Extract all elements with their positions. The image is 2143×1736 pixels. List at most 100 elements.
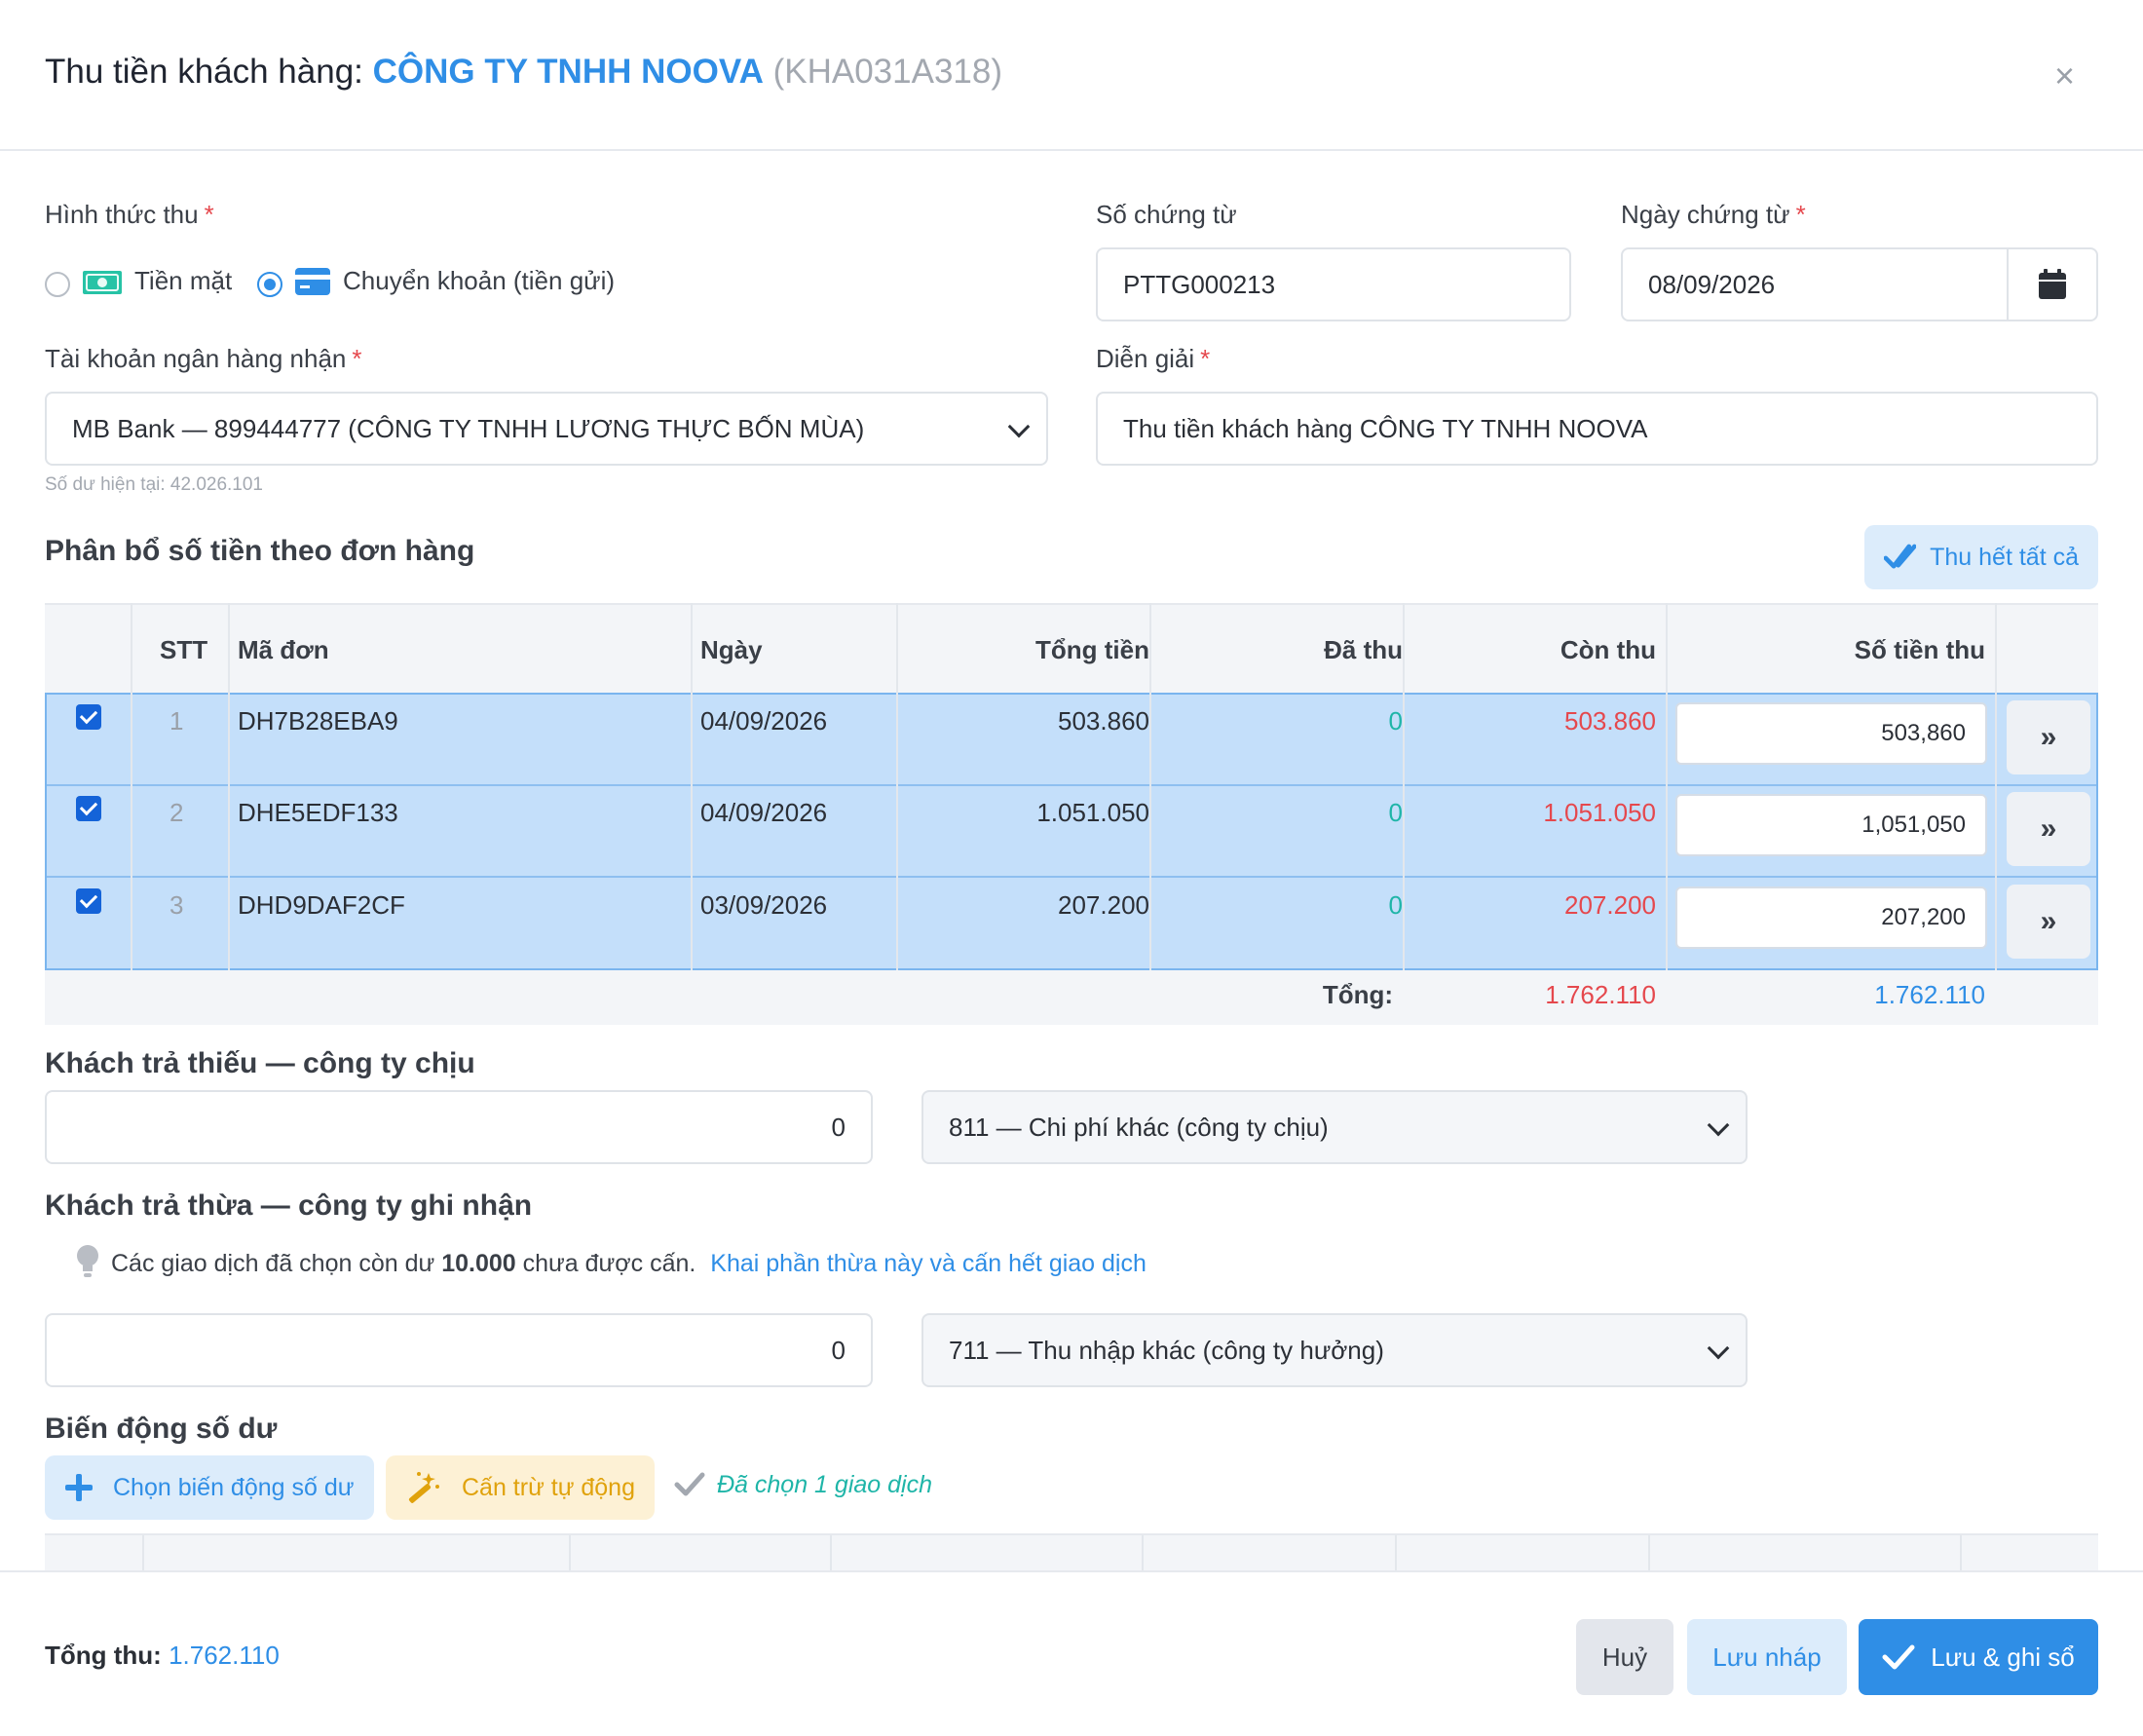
row-total: 503.860 — [1058, 706, 1149, 736]
modal-header: Thu tiền khách hàng: CÔNG TY TNHH NOOVA … — [0, 0, 2143, 151]
col-total: Tổng tiền — [1035, 634, 1149, 664]
row-amount-value: 503,860 — [1881, 720, 1966, 746]
col-divider — [228, 603, 230, 970]
row-amount-input[interactable]: 503,860 — [1675, 702, 1987, 765]
selected-transactions-note: Đã chọn 1 giao dịch — [717, 1471, 932, 1498]
description-label: Diễn giải * — [1096, 344, 1210, 374]
save-and-post-label: Lưu & ghi sổ — [1931, 1642, 2075, 1672]
save-draft-button[interactable]: Lưu nháp — [1687, 1619, 1847, 1695]
voucher-date-input[interactable]: 08/09/2026 — [1621, 247, 2098, 321]
collect-all-label: Thu hết tất cả — [1930, 543, 2079, 571]
fill-amount-button[interactable]: » — [2007, 792, 2090, 866]
payment-method-label-text: Hình thức thu — [45, 200, 199, 229]
table-row[interactable]: 1 DH7B28EBA9 04/09/2026 503.860 0 503.86… — [47, 695, 2096, 786]
shortfall-account-select[interactable]: 811 — Chi phí khác (công ty chịu) — [921, 1090, 1748, 1164]
overpay-note-after: chưa được cấn. — [515, 1250, 696, 1277]
plus-icon — [65, 1474, 93, 1501]
required-mark: * — [1795, 200, 1806, 229]
overpay-note-amount: 10.000 — [441, 1250, 516, 1277]
overpay-note-before: Các giao dịch đã chọn còn dư — [111, 1250, 442, 1277]
total-collected: Tổng thu: 1.762.110 — [45, 1641, 280, 1671]
balance-hint: Số dư hiện tại: 42.026.101 — [45, 474, 264, 495]
title-prefix: Thu tiền khách hàng: — [45, 53, 373, 91]
total-label: Tổng: — [1322, 980, 1393, 1009]
overpay-amount-input[interactable]: 0 — [45, 1313, 873, 1387]
calendar-button[interactable] — [2007, 249, 2096, 320]
table-row[interactable]: 3 DHD9DAF2CF 03/09/2026 207.200 0 207.20… — [47, 879, 2096, 970]
row-remaining: 503.860 — [1564, 706, 1656, 736]
choose-balance-change-button[interactable]: Chọn biến động số dư — [45, 1455, 374, 1520]
chevron-down-icon — [1007, 415, 1031, 438]
fill-amount-button[interactable]: » — [2007, 885, 2090, 959]
row-stt: 1 — [169, 706, 184, 736]
balance-changes-title: Biến động số dư — [45, 1413, 278, 1445]
col-divider — [691, 603, 693, 970]
col-amount: Số tiền thu — [1854, 634, 1985, 664]
overpay-account-select[interactable]: 711 — Thu nhập khác (công ty hưởng) — [921, 1313, 1748, 1387]
bank-account-label: Tài khoản ngân hàng nhận * — [45, 344, 362, 374]
overpay-resolve-link[interactable]: Khai phần thừa này và cấn hết giao dịch — [710, 1250, 1147, 1277]
table-footer: Tổng: 1.762.110 1.762.110 — [45, 970, 2098, 1025]
row-amount-value: 1,051,050 — [1861, 811, 1966, 838]
double-chevron-icon: » — [2040, 721, 2057, 753]
double-check-icon — [1884, 544, 1917, 569]
transfer-label: Chuyển khoản (tiền gửi) — [343, 266, 616, 295]
total-collected-label: Tổng thu: — [45, 1641, 162, 1670]
overpay-title: Khách trả thừa — công ty ghi nhận — [45, 1189, 533, 1222]
total-amount: 1.762.110 — [1874, 980, 1985, 1009]
bank-account-select[interactable]: MB Bank — 899444777 (CÔNG TY TNHH LƯƠNG … — [45, 392, 1048, 466]
col-stt: STT — [160, 634, 208, 664]
collect-all-button[interactable]: Thu hết tất cả — [1864, 525, 2098, 589]
voucher-no-input[interactable]: PTTG000213 — [1096, 247, 1571, 321]
radio-transfer[interactable] — [257, 272, 282, 297]
choose-balance-change-label: Chọn biến động số dư — [113, 1473, 355, 1501]
description-label-text: Diễn giải — [1096, 344, 1195, 373]
shortfall-amount-value: 0 — [831, 1112, 846, 1142]
row-date: 04/09/2026 — [700, 798, 828, 827]
required-mark: * — [1200, 344, 1211, 373]
close-icon[interactable]: × — [2054, 57, 2075, 95]
lightbulb-icon — [77, 1245, 98, 1277]
cash-icon — [83, 271, 122, 294]
col-order-code: Mã đơn — [238, 634, 329, 664]
col-divider — [142, 1535, 144, 1570]
radio-cash[interactable] — [45, 272, 70, 297]
table-row[interactable]: 2 DHE5EDF133 04/09/2026 1.051.050 0 1.05… — [47, 786, 2096, 878]
row-checkbox[interactable] — [76, 704, 101, 730]
check-icon — [674, 1472, 705, 1496]
row-amount-input[interactable]: 1,051,050 — [1675, 794, 1987, 856]
col-divider — [1960, 1535, 1962, 1570]
cancel-button[interactable]: Huỷ — [1576, 1619, 1673, 1695]
col-divider — [830, 1535, 832, 1570]
row-date: 04/09/2026 — [700, 706, 828, 736]
row-paid: 0 — [1388, 798, 1403, 827]
bank-account-label-text: Tài khoản ngân hàng nhận — [45, 344, 347, 373]
shortfall-amount-input[interactable]: 0 — [45, 1090, 873, 1164]
col-divider — [131, 603, 132, 970]
row-remaining: 1.051.050 — [1543, 798, 1656, 827]
col-divider — [1648, 1535, 1650, 1570]
save-and-post-button[interactable]: Lưu & ghi sổ — [1859, 1619, 2098, 1695]
row-checkbox[interactable] — [76, 796, 101, 821]
required-mark: * — [204, 200, 214, 229]
row-checkbox[interactable] — [76, 888, 101, 914]
description-input[interactable]: Thu tiền khách hàng CÔNG TY TNHH NOOVA — [1096, 392, 2098, 466]
modal-footer: Tổng thu: 1.762.110 Huỷ Lưu nháp Lưu & g… — [0, 1570, 2143, 1736]
row-stt: 2 — [169, 798, 184, 827]
col-remaining: Còn thu — [1560, 634, 1656, 664]
row-amount-value: 207,200 — [1881, 904, 1966, 930]
row-amount-input[interactable]: 207,200 — [1675, 887, 1987, 949]
col-divider — [1403, 603, 1405, 1025]
shortfall-account-value: 811 — Chi phí khác (công ty chịu) — [949, 1112, 1329, 1142]
check-icon — [1882, 1644, 1915, 1670]
modal-body: Hình thức thu * Tiền mặt Chuyển khoản (ti… — [0, 153, 2143, 1570]
double-chevron-icon: » — [2040, 812, 2057, 845]
col-divider — [896, 603, 898, 970]
col-divider — [1142, 1535, 1144, 1570]
overpay-note: Các giao dịch đã chọn còn dư 10.000 chưa… — [111, 1250, 1147, 1278]
fill-amount-button[interactable]: » — [2007, 700, 2090, 774]
auto-offset-button[interactable]: Cấn trừ tự động — [386, 1455, 655, 1520]
row-order-code: DHE5EDF133 — [238, 798, 398, 827]
auto-offset-label: Cấn trừ tự động — [461, 1473, 635, 1501]
cash-label: Tiền mặt — [134, 266, 233, 295]
